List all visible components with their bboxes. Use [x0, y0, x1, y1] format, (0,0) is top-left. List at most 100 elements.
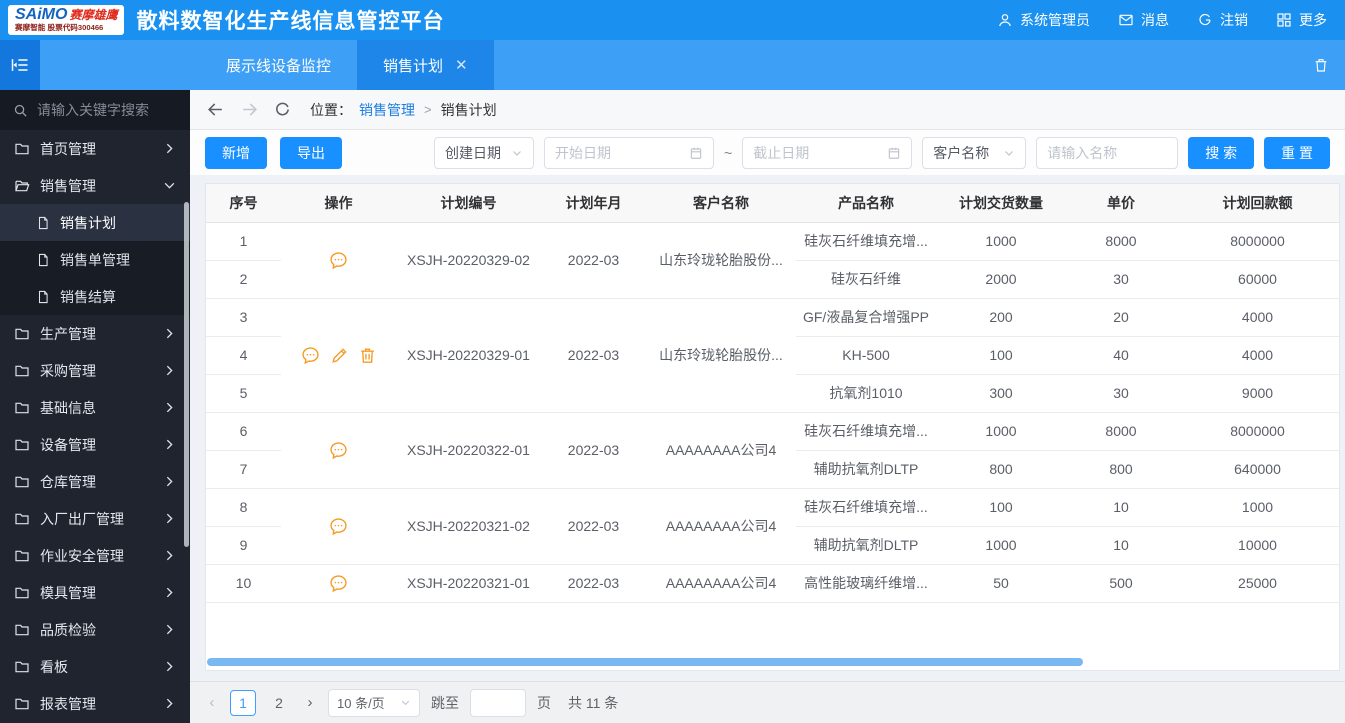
brand-logo: SAiMO 赛摩雄鹰 赛摩智能 股票代码300466 — [8, 4, 125, 36]
cell-operations — [281, 222, 396, 299]
cell-qty: 200 — [936, 298, 1066, 337]
next-page-button[interactable]: › — [303, 694, 317, 711]
sidebar-item[interactable]: 看板 — [0, 648, 190, 685]
page-size-select[interactable]: 10 条/页 — [328, 688, 420, 717]
start-date-input[interactable]: 开始日期 — [544, 136, 715, 169]
add-button[interactable]: 新增 — [205, 136, 267, 169]
column-header: 单价 — [1066, 184, 1176, 223]
sidebar-item[interactable]: 报表管理 — [0, 685, 190, 722]
open-tabs: 展示线设备监控 销售计划 ✕ — [200, 40, 494, 90]
chevron-right-icon — [163, 549, 176, 562]
sidebar-item[interactable]: 品质检验 — [0, 611, 190, 648]
sidebar-item[interactable]: 基础信息 — [0, 389, 190, 426]
sidebar-item[interactable]: 销售管理 — [0, 167, 190, 204]
breadcrumb-parent-link[interactable]: 销售管理 — [359, 100, 415, 120]
sidebar-item[interactable]: 首页管理 — [0, 130, 190, 167]
comment-op-icon[interactable] — [328, 516, 349, 537]
cell-customer: AAAAAAAA公司4 — [646, 412, 796, 489]
user-menu[interactable]: 系统管理员 — [997, 10, 1090, 30]
close-all-tabs-button[interactable] — [1313, 40, 1345, 90]
sidebar-item[interactable]: 采购管理 — [0, 352, 190, 389]
edit-op-icon[interactable] — [330, 346, 349, 365]
chevron-right-icon — [163, 401, 176, 414]
nav-back-icon[interactable] — [206, 100, 225, 119]
end-date-placeholder: 截止日期 — [753, 144, 810, 161]
folder-icon — [14, 511, 30, 527]
cell-qty: 1000 — [936, 526, 1066, 565]
sidebar-item[interactable]: 设备管理 — [0, 426, 190, 463]
breadcrumb-bar: 位置： 销售管理 > 销售计划 — [190, 90, 1345, 130]
cell-price: 30 — [1066, 260, 1176, 299]
page-number-button[interactable]: 1 — [230, 689, 256, 716]
header-actions: 系统管理员 消息 注销 更多 — [997, 10, 1327, 30]
end-date-input[interactable]: 截止日期 — [742, 136, 913, 169]
sidebar-subitem-label: 销售结算 — [60, 288, 116, 305]
tab-device-monitor[interactable]: 展示线设备监控 — [200, 40, 357, 90]
cell-amount: 25000 — [1176, 564, 1339, 603]
sidebar-collapse-button[interactable] — [0, 40, 40, 90]
sales-plan-table: 序号 操作 计划编号 计划年月 客户名称 产品名称 计划交货数量 单价 计划回款额 1 XSJH-… — [206, 184, 1339, 603]
jump-unit-label: 页 — [537, 694, 551, 711]
chevron-right-icon — [163, 438, 176, 451]
column-header: 产品名称 — [796, 184, 936, 223]
cell-serial: 1 — [206, 222, 281, 261]
more-button[interactable]: 更多 — [1276, 10, 1327, 30]
cell-price: 10 — [1066, 488, 1176, 527]
refresh-icon[interactable] — [274, 101, 291, 118]
horizontal-scrollbar[interactable] — [207, 658, 1083, 666]
sidebar-subitem[interactable]: 销售计划 — [0, 204, 190, 241]
reset-button[interactable]: 重 置 — [1264, 136, 1330, 169]
cell-operations — [281, 412, 396, 489]
cell-product: 硅灰石纤维 — [796, 260, 936, 299]
cell-product: 辅助抗氧剂DLTP — [796, 526, 936, 565]
sidebar-item[interactable]: 模具管理 — [0, 574, 190, 611]
sidebar-item-label: 作业安全管理 — [40, 547, 124, 564]
menu-fold-icon — [10, 55, 30, 75]
tab-close-icon[interactable]: ✕ — [455, 56, 468, 74]
page-title: 散料数智化生产线信息管控平台 — [136, 10, 445, 33]
sidebar-item[interactable]: 入厂出厂管理 — [0, 500, 190, 537]
sidebar-scrollbar[interactable] — [184, 202, 189, 547]
search-icon — [13, 103, 28, 118]
search-button[interactable]: 搜 索 — [1188, 136, 1255, 169]
folder-icon — [14, 326, 30, 342]
cell-product: 辅助抗氧剂DLTP — [796, 450, 936, 489]
cell-amount: 8000000 — [1176, 222, 1339, 261]
folder-open-icon — [14, 178, 30, 194]
cell-qty: 1000 — [936, 222, 1066, 261]
sidebar-subitem[interactable]: 销售结算 — [0, 278, 190, 315]
cell-serial: 8 — [206, 488, 281, 527]
sidebar-search-input[interactable] — [37, 102, 177, 118]
date-type-select[interactable]: 创建日期 — [434, 136, 535, 169]
cell-plan-month: 2022-03 — [541, 412, 646, 489]
tab-label: 销售计划 — [383, 57, 444, 75]
date-type-value: 创建日期 — [445, 144, 502, 161]
column-header: 计划编号 — [396, 184, 541, 223]
cell-product: 高性能玻璃纤维增... — [796, 564, 936, 603]
sales-plan-table-card: 序号 操作 计划编号 计划年月 客户名称 产品名称 计划交货数量 单价 计划回款额 1 XSJH-… — [205, 183, 1340, 671]
column-header: 计划回款额 — [1176, 184, 1339, 223]
logout-button[interactable]: 注销 — [1197, 10, 1248, 30]
prev-page-button[interactable]: ‹ — [205, 694, 219, 711]
nav-forward-icon[interactable] — [240, 100, 259, 119]
sidebar-subitem[interactable]: 销售单管理 — [0, 241, 190, 278]
table-row: 8 XSJH-20220321-02 2022-03 AAAAAAAA公司4 硅灰石纤维… — [206, 488, 1339, 565]
more-grid-icon — [1276, 12, 1292, 28]
comment-op-icon[interactable] — [328, 573, 349, 594]
messages-button[interactable]: 消息 — [1118, 10, 1169, 30]
sidebar-search[interactable] — [0, 90, 190, 130]
jump-page-input[interactable] — [470, 688, 526, 717]
comment-op-icon[interactable] — [328, 250, 349, 271]
comment-op-icon[interactable] — [300, 345, 321, 366]
export-button[interactable]: 导出 — [280, 136, 342, 169]
sidebar-item[interactable]: 仓库管理 — [0, 463, 190, 500]
sidebar-item[interactable]: 作业安全管理 — [0, 537, 190, 574]
comment-op-icon[interactable] — [328, 440, 349, 461]
page-number-button[interactable]: 2 — [266, 690, 292, 716]
filter-field-select[interactable]: 客户名称 — [922, 136, 1027, 169]
name-search-input[interactable] — [1036, 136, 1179, 169]
delete-op-icon[interactable] — [358, 346, 377, 365]
tab-sales-plan[interactable]: 销售计划 ✕ — [357, 40, 494, 90]
sidebar-item[interactable]: 生产管理 — [0, 315, 190, 352]
cell-operations — [281, 488, 396, 565]
